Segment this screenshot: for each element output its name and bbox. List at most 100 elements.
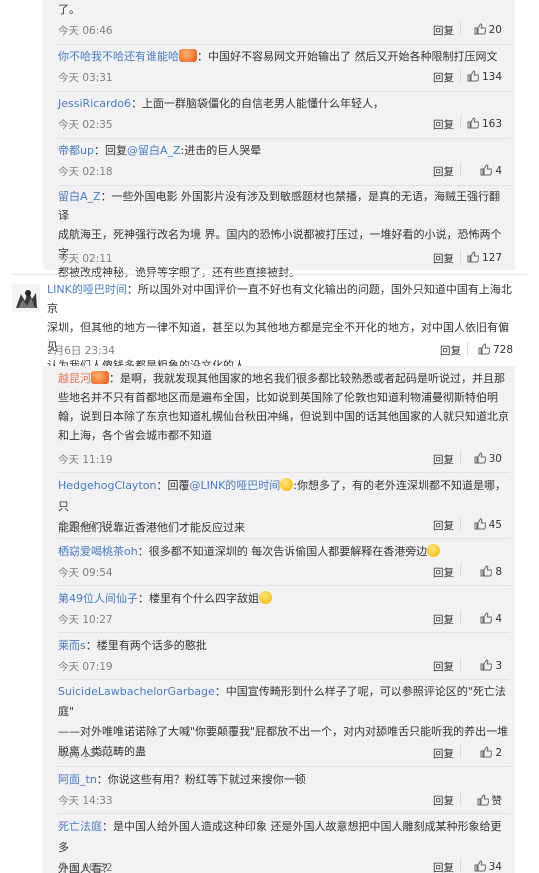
reply-time: 今天 02:35: [58, 119, 113, 131]
reply-meta: 今天 03:31 回复 134: [58, 69, 510, 86]
like-button[interactable]: 20: [474, 23, 502, 36]
reply-button[interactable]: 回复: [440, 343, 461, 358]
reply-username[interactable]: 死亡法庭: [58, 820, 102, 833]
like-button[interactable]: 45: [474, 518, 502, 531]
divider: [460, 792, 461, 805]
like-count: 赞: [491, 795, 503, 807]
like-button[interactable]: 2: [480, 746, 502, 759]
mention-link[interactable]: @LINK的哑巴时间: [189, 479, 280, 492]
reply-item: 帝都up：回复@留白A_Z:进击的巨人哭晕: [58, 140, 510, 162]
reply-time: 今天 02:11: [58, 253, 113, 265]
reply-content-line: 些地名并不只有首都地区而是遍布全国，比如说到英国除了伦敦也知道利物浦曼彻斯特伯明: [58, 391, 498, 404]
thumbs-up-icon: [467, 251, 479, 263]
reply-button[interactable]: 回复: [433, 164, 454, 179]
reply-button[interactable]: 回复: [433, 659, 454, 674]
reply-meta: 今天 10:27 回复 4: [58, 611, 510, 628]
comment-meta: 2月6日 23:34 回复 728: [47, 342, 517, 359]
divider: [460, 564, 461, 577]
reply-button[interactable]: 回复: [433, 793, 454, 808]
reply-username[interactable]: 栖窈爱喝桃茶oh: [58, 545, 138, 558]
divider: [460, 745, 461, 758]
divider: [460, 658, 461, 671]
thumbs-up-icon: [474, 860, 486, 872]
reply-time: 今天 13:47: [58, 748, 113, 760]
reply-item: 你不哈我不哈还有谁能哈 ：中国好不容易网文开始输出了 然后又开始各种限制打压网文: [58, 46, 510, 68]
like-button[interactable]: 134: [467, 70, 502, 83]
divider: [58, 472, 510, 473]
thumbs-up-icon: [474, 518, 486, 530]
like-button[interactable]: 34: [474, 860, 502, 873]
reply-time: 今天 06:46: [58, 25, 113, 37]
smiley-emoji-icon: [280, 478, 294, 491]
like-button[interactable]: 163: [467, 117, 502, 130]
reply-button[interactable]: 回复: [433, 860, 454, 873]
like-count: 45: [488, 519, 502, 531]
divider: [460, 116, 461, 129]
reply-button[interactable]: 回复: [433, 23, 454, 38]
reply-time: 今天 03:31: [58, 72, 113, 84]
reply-meta: 今天 07:19 回复 3: [58, 658, 510, 675]
reply-meta: 今天 13:47 回复 2: [58, 745, 510, 762]
reply-button[interactable]: 回复: [433, 70, 454, 85]
like-count: 4: [495, 165, 502, 177]
reply-button[interactable]: 回复: [433, 117, 454, 132]
like-button[interactable]: 8: [480, 565, 502, 578]
reply-time: 今天 00:47: [58, 520, 113, 532]
reply-content-line: ：是啊，我就发现其他国家的地名我们很多都比较熟悉或者起码是听说过，并且那: [109, 372, 505, 385]
divider: [58, 585, 510, 586]
reply-content-prefix: ：回覆: [156, 479, 190, 492]
reply-username[interactable]: 你不哈我不哈还有谁能哈: [58, 50, 179, 63]
reply-content-line: 和上海，各个省会城市都不知道: [58, 429, 212, 442]
reply-username[interactable]: 越昆河: [58, 372, 91, 385]
like-button[interactable]: 127: [467, 251, 502, 264]
reply-meta: 今天 00:32 回复 34: [58, 859, 510, 873]
reply-username[interactable]: 帝都up: [58, 144, 94, 157]
divider: [58, 185, 510, 186]
thumbs-up-icon: [478, 343, 490, 355]
like-button[interactable]: 赞: [477, 793, 503, 808]
fire-badge-icon: [91, 371, 109, 384]
mention-link[interactable]: @留白A_Z: [127, 144, 181, 157]
comment-username[interactable]: LINK的哑巴时间: [47, 283, 127, 296]
like-button[interactable]: 3: [480, 659, 502, 672]
divider: [12, 274, 527, 275]
like-button[interactable]: 4: [480, 612, 502, 625]
thumbs-up-icon: [474, 23, 486, 35]
thumbs-up-icon: [480, 612, 493, 624]
reply-username[interactable]: 第49位人间仙子: [58, 592, 138, 605]
reply-item: 莱而s：楼里有两个话多的憨批: [58, 635, 510, 657]
reply-content-line: ：一些外国电影 外国影片没有涉及到敏感题材也禁播，是真的无语，海贼王强行翻译: [58, 190, 501, 222]
divider: [460, 22, 461, 35]
like-count: 134: [481, 71, 502, 83]
reply-button[interactable]: 回复: [433, 612, 454, 627]
reply-username[interactable]: 留白A_Z: [58, 190, 101, 203]
like-count: 34: [488, 861, 502, 873]
thumbs-up-icon: [480, 659, 493, 671]
like-count: 4: [495, 613, 502, 625]
reply-button[interactable]: 回复: [433, 565, 454, 580]
reply-content: ：楼里有个什么四字敌姐: [138, 592, 259, 605]
reply-button[interactable]: 回复: [433, 518, 454, 533]
reply-button[interactable]: 回复: [433, 746, 454, 761]
divider: [58, 813, 510, 814]
reply-content: :进击的巨人哭晕: [180, 144, 262, 157]
reply-username[interactable]: HedgehogClayton: [58, 479, 156, 492]
divider: [58, 138, 510, 139]
reply-username[interactable]: SuicideLawbachelorGarbage: [58, 685, 215, 698]
like-count: 20: [488, 24, 502, 36]
reply-time: 今天 07:19: [58, 661, 113, 673]
avatar[interactable]: [12, 284, 40, 312]
divider: [460, 163, 461, 176]
divider: [58, 91, 510, 92]
like-button[interactable]: 728: [478, 343, 513, 356]
like-button[interactable]: 4: [480, 164, 502, 177]
reply-meta: 今天 06:46 回复 20: [58, 22, 510, 39]
reply-username[interactable]: 莱而s: [58, 639, 86, 652]
like-button[interactable]: 30: [474, 452, 502, 465]
reply-button[interactable]: 回复: [433, 452, 454, 467]
divider: [58, 679, 510, 680]
reply-username[interactable]: 阿面_tn: [58, 773, 97, 786]
reply-item: 了。: [58, 0, 510, 20]
reply-button[interactable]: 回复: [433, 251, 454, 266]
reply-username[interactable]: JessiRicardo6: [58, 97, 131, 110]
